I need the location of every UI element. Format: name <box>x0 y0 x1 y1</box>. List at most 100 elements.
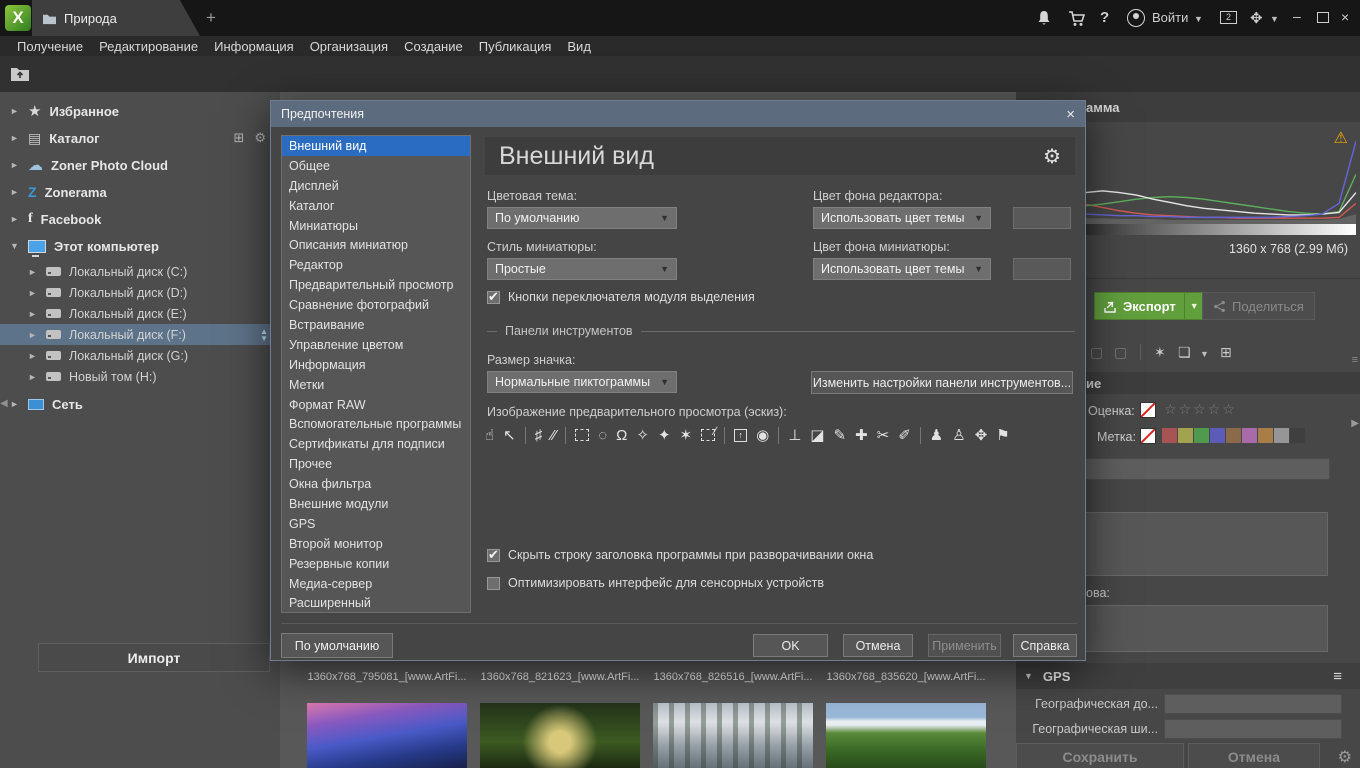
import-button[interactable]: Импорт <box>38 643 270 672</box>
scroll-grip[interactable]: ≡ <box>1352 354 1358 366</box>
filmstrip-thumbnail[interactable] <box>307 703 467 768</box>
scissors-icon[interactable]: ✂ <box>877 428 890 443</box>
label-color-5[interactable] <box>1242 428 1257 443</box>
signin-button[interactable]: Войти <box>1152 10 1188 25</box>
healing-brush-icon[interactable]: ✚ <box>855 428 868 443</box>
editor-bg-select[interactable]: Использовать цвет темы▼ <box>813 207 991 229</box>
gps-longitude-input[interactable] <box>1164 694 1342 714</box>
settings-section-7[interactable]: Предварительный просмотр <box>282 275 470 295</box>
settings-section-20[interactable]: Второй монитор <box>282 534 470 554</box>
filmstrip-item-2[interactable]: 1360x768_826516_[www.ArtFi... <box>647 661 819 768</box>
sidebar-drive-2[interactable]: ►Локальный диск (E:) <box>0 303 280 324</box>
settings-section-23[interactable]: Расширенный <box>282 593 470 613</box>
dialog-titlebar[interactable]: Предпочтения × <box>271 101 1085 127</box>
settings-section-6[interactable]: Редактор <box>282 255 470 275</box>
add-preset-icon[interactable]: ⊞ <box>1220 344 1232 361</box>
add-folder-icon[interactable]: ⊞ <box>233 130 244 146</box>
rating-none-swatch[interactable] <box>1140 402 1156 418</box>
new-tab-button[interactable]: + <box>206 8 216 28</box>
save-button[interactable]: Сохранить <box>1016 743 1184 768</box>
settings-section-4[interactable]: Миниатюры <box>282 216 470 236</box>
apply-button[interactable]: Применить <box>928 634 1001 657</box>
settings-section-10[interactable]: Управление цветом <box>282 335 470 355</box>
xmp-doc-icon[interactable]: ▢ <box>1090 344 1103 361</box>
settings-section-19[interactable]: GPS <box>282 514 470 534</box>
icon-size-select[interactable]: Нормальные пиктограммы▼ <box>487 371 677 393</box>
sidebar-drive-5[interactable]: ►Новый том (H:) <box>0 366 280 387</box>
maximize-button[interactable] <box>1317 12 1329 23</box>
settings-section-12[interactable]: Метки <box>282 375 470 395</box>
thumb-bg-swatch[interactable] <box>1013 258 1071 280</box>
minimize-button[interactable]: – <box>1293 8 1301 24</box>
cart-icon[interactable] <box>1068 11 1085 27</box>
place-text-icon[interactable]: ↑ <box>734 429 747 442</box>
rect-selection-icon[interactable] <box>575 429 589 441</box>
gear-icon[interactable]: ⚙ <box>254 130 266 146</box>
toolbar-settings-button[interactable]: Изменить настройки панели инструментов..… <box>811 371 1073 394</box>
hand-tool-icon[interactable]: ☝ <box>485 428 494 443</box>
label-color-3[interactable] <box>1210 428 1225 443</box>
hide-titlebar-checkbox-row[interactable]: Скрыть строку заголовка программы при ра… <box>487 548 873 562</box>
expand-arrow-icon[interactable]: ► <box>10 214 20 224</box>
ellipse-selection-icon[interactable]: ◌ <box>598 428 607 443</box>
checkbox-checked-icon[interactable] <box>487 549 500 562</box>
sidebar-item-0[interactable]: ►★Избранное <box>0 99 280 123</box>
settings-section-21[interactable]: Резервные копии <box>282 554 470 574</box>
menu-item-0[interactable]: Получение <box>10 38 90 55</box>
lift-tool-icon[interactable]: ♙ <box>952 428 965 443</box>
default-button[interactable]: По умолчанию <box>281 633 393 658</box>
settings-section-0[interactable]: Внешний вид <box>282 136 470 156</box>
lasso-icon[interactable]: Ω <box>616 428 627 443</box>
straighten-icon[interactable]: ⁄⁄ <box>551 428 556 443</box>
filmstrip-item-3[interactable]: 1360x768_835620_[www.ArtFi... <box>820 661 992 768</box>
checkbox-checked-icon[interactable] <box>487 291 500 304</box>
sidebar-drive-0[interactable]: ►Локальный диск (C:) <box>0 261 280 282</box>
settings-section-5[interactable]: Описания миниатюр <box>282 235 470 255</box>
polygon-lasso-icon[interactable]: ✧ <box>636 428 649 443</box>
label-color-2[interactable] <box>1194 428 1209 443</box>
eye-icon[interactable]: ◉ <box>756 428 769 443</box>
clone-stamp-icon[interactable]: ⊥ <box>788 428 801 443</box>
stack-chevron-icon[interactable]: ▼ <box>1200 349 1209 359</box>
menu-item-2[interactable]: Информация <box>207 38 301 55</box>
batch-stack-icon[interactable]: ❏ <box>1178 344 1191 361</box>
settings-section-17[interactable]: Окна фильтра <box>282 474 470 494</box>
expand-arrow-icon[interactable]: ► <box>10 399 20 409</box>
fullscreen-chevron-icon[interactable]: ▼ <box>1270 14 1279 24</box>
sidebar-item-3[interactable]: ►ZZonerama <box>0 180 280 204</box>
sidebar-item-1[interactable]: ►▤Каталог⊞⚙ <box>0 126 280 150</box>
sidebar-drive-3[interactable]: ►Локальный диск (F:)▲▼ <box>0 324 280 345</box>
filmstrip-thumbnail[interactable] <box>480 703 640 768</box>
magnetic-lasso-icon[interactable]: ✦ <box>658 428 671 443</box>
filmstrip-thumbnail[interactable] <box>653 703 813 768</box>
label-color-1[interactable] <box>1178 428 1193 443</box>
expand-arrow-icon[interactable]: ► <box>28 288 38 298</box>
expand-arrow-icon[interactable]: ► <box>28 267 38 277</box>
second-monitor-icon[interactable]: 2 <box>1220 11 1237 24</box>
settings-section-15[interactable]: Сертификаты для подписи <box>282 434 470 454</box>
help-icon[interactable]: ? <box>1100 9 1109 26</box>
thumb-style-select[interactable]: Простые▼ <box>487 258 677 280</box>
effect-brush-icon[interactable]: ✎ <box>833 428 846 443</box>
settings-section-13[interactable]: Формат RAW <box>282 395 470 415</box>
dialog-cancel-button[interactable]: Отмена <box>843 634 913 657</box>
copy-doc-icon[interactable]: ▢ <box>1114 344 1127 361</box>
retouch-brush-icon[interactable]: ✐ <box>898 428 911 443</box>
expand-arrow-icon[interactable]: ► <box>10 160 20 170</box>
settings-section-9[interactable]: Встраивание <box>282 315 470 335</box>
menu-item-5[interactable]: Публикация <box>472 38 559 55</box>
expand-arrow-icon[interactable]: ► <box>10 106 20 116</box>
settings-section-3[interactable]: Каталог <box>282 196 470 216</box>
settings-section-14[interactable]: Вспомогательные программы <box>282 414 470 434</box>
settings-section-2[interactable]: Дисплей <box>282 176 470 196</box>
label-color-8[interactable] <box>1290 428 1305 443</box>
expand-arrow-icon[interactable]: ► <box>28 351 38 361</box>
help-button[interactable]: Справка <box>1013 634 1077 657</box>
sidebar-item-network[interactable]: ►Сеть <box>0 392 280 416</box>
settings-section-22[interactable]: Медиа-сервер <box>282 574 470 594</box>
reorder-arrows-icon[interactable]: ▲▼ <box>260 328 268 342</box>
sidebar-drive-4[interactable]: ►Локальный диск (G:) <box>0 345 280 366</box>
menu-item-3[interactable]: Организация <box>303 38 395 55</box>
panel-expand-icon[interactable]: ▶ <box>1351 418 1359 429</box>
filmstrip-item-0[interactable]: 1360x768_795081_[www.ArtFi... <box>301 661 473 768</box>
